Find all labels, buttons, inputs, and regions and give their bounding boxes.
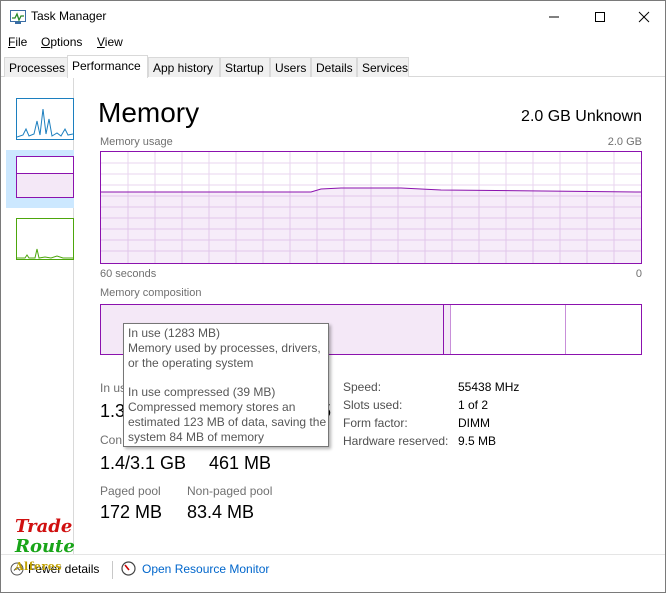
sidebar-item-ethernet[interactable]	[6, 212, 74, 270]
ethernet-thumbnail-graph	[16, 218, 74, 260]
tooltip-compressed-desc-2: estimated 123 MB of data, saving the	[128, 415, 327, 429]
cached-value: 461 MB	[209, 453, 272, 473]
hardware-reserved-label: Hardware reserved:	[343, 434, 449, 448]
resource-monitor-icon	[121, 561, 136, 576]
tooltip-in-use-title: In use (1283 MB)	[128, 326, 221, 340]
memory-thumbnail-graph	[16, 156, 74, 198]
sidebar-item-memory[interactable]	[6, 150, 74, 208]
minimize-icon	[549, 16, 559, 17]
memory-thumbnail-fill	[17, 173, 73, 197]
task-manager-window: Task Manager File Options View Processes…	[0, 0, 666, 593]
cpu-sparkline	[16, 108, 74, 138]
time-axis-left: 60 seconds	[100, 268, 157, 280]
performance-sidebar	[1, 78, 74, 554]
composition-tooltip: In use (1283 MB) Memory used by processe…	[123, 323, 329, 447]
memory-usage-graph	[100, 151, 642, 264]
tab-strip: Processes Performance App history Startu…	[1, 55, 665, 78]
tooltip-compressed-desc-1: Compressed memory stores an	[128, 400, 296, 414]
nonpaged-pool-label: Non-paged pool	[187, 484, 273, 498]
maximize-button[interactable]	[577, 1, 623, 32]
watermark-line-1: Trade	[15, 516, 73, 537]
memory-capacity: 2.0 GB Unknown	[521, 108, 642, 125]
slots-label: Slots used:	[343, 398, 403, 412]
hardware-reserved-value: 9.5 MB	[458, 434, 497, 448]
slots-value: 1 of 2	[458, 398, 489, 412]
tab-services[interactable]: Services	[357, 57, 409, 77]
tooltip-in-use-desc-2: or the operating system	[128, 356, 254, 370]
form-factor-label: Form factor:	[343, 416, 408, 430]
close-icon	[638, 11, 650, 22]
bottom-separator	[112, 561, 113, 579]
memory-composition-label: Memory composition	[100, 287, 202, 299]
tab-details[interactable]: Details	[311, 57, 357, 77]
maximize-icon	[595, 11, 605, 22]
close-button[interactable]	[621, 1, 666, 32]
tab-app-history[interactable]: App history	[148, 57, 220, 77]
window-title: Task Manager	[31, 9, 107, 23]
open-resource-monitor-label: Open Resource Monitor	[142, 561, 270, 576]
composition-compressed[interactable]	[444, 305, 451, 354]
speed-label: Speed:	[343, 380, 382, 394]
memory-usage-max: 2.0 GB	[607, 136, 642, 148]
form-factor-value: DIMM	[458, 416, 490, 430]
page-title: Memory	[98, 97, 200, 128]
committed-label: Con	[100, 433, 123, 447]
time-axis-right: 0	[635, 268, 642, 280]
tab-processes[interactable]: Processes	[4, 57, 68, 77]
tooltip-compressed-desc-3: system 84 MB of memory	[128, 430, 265, 444]
memory-usage-label: Memory usage	[100, 136, 173, 148]
memory-thumbnail-line	[17, 173, 73, 174]
sidebar-item-cpu[interactable]	[6, 92, 74, 150]
paged-pool-value: 172 MB	[100, 502, 163, 522]
menu-file[interactable]: File	[8, 35, 27, 49]
committed-value: 1.4/3.1 GB	[100, 453, 187, 473]
tooltip-in-use-desc-1: Memory used by processes, drivers,	[128, 341, 321, 355]
speed-value: 55438 MHz	[458, 380, 520, 394]
watermark-logo: Trade Route Alferes	[15, 517, 75, 577]
bottom-bar: Fewer details Open Resource Monitor	[1, 554, 665, 592]
minimize-button[interactable]	[531, 1, 577, 32]
watermark-line-2: Route	[15, 536, 75, 557]
tab-performance[interactable]: Performance	[67, 55, 148, 78]
title-bar[interactable]: Task Manager	[1, 1, 665, 32]
tab-users[interactable]: Users	[270, 57, 311, 77]
memory-usage-chart	[101, 152, 642, 263]
menu-options[interactable]: Options	[41, 35, 82, 49]
composition-divider	[565, 305, 566, 354]
tooltip-compressed-title: In use compressed (39 MB)	[128, 385, 276, 399]
task-manager-icon	[10, 10, 26, 24]
ethernet-sparkline	[17, 248, 73, 259]
watermark-line-3: Alferes	[15, 560, 62, 573]
open-resource-monitor-link[interactable]: Open Resource Monitor	[121, 561, 269, 576]
nonpaged-pool-value: 83.4 MB	[187, 502, 255, 522]
menu-bar: File Options View	[1, 32, 665, 52]
menu-view[interactable]: View	[97, 35, 123, 49]
tab-startup[interactable]: Startup	[220, 57, 270, 77]
cpu-thumbnail-graph	[16, 98, 74, 140]
paged-pool-label: Paged pool	[100, 484, 161, 498]
in-use-value: 1.3	[100, 401, 126, 421]
memory-panel: Memory 2.0 GB Unknown Memory usage 2.0 G…	[75, 78, 665, 554]
